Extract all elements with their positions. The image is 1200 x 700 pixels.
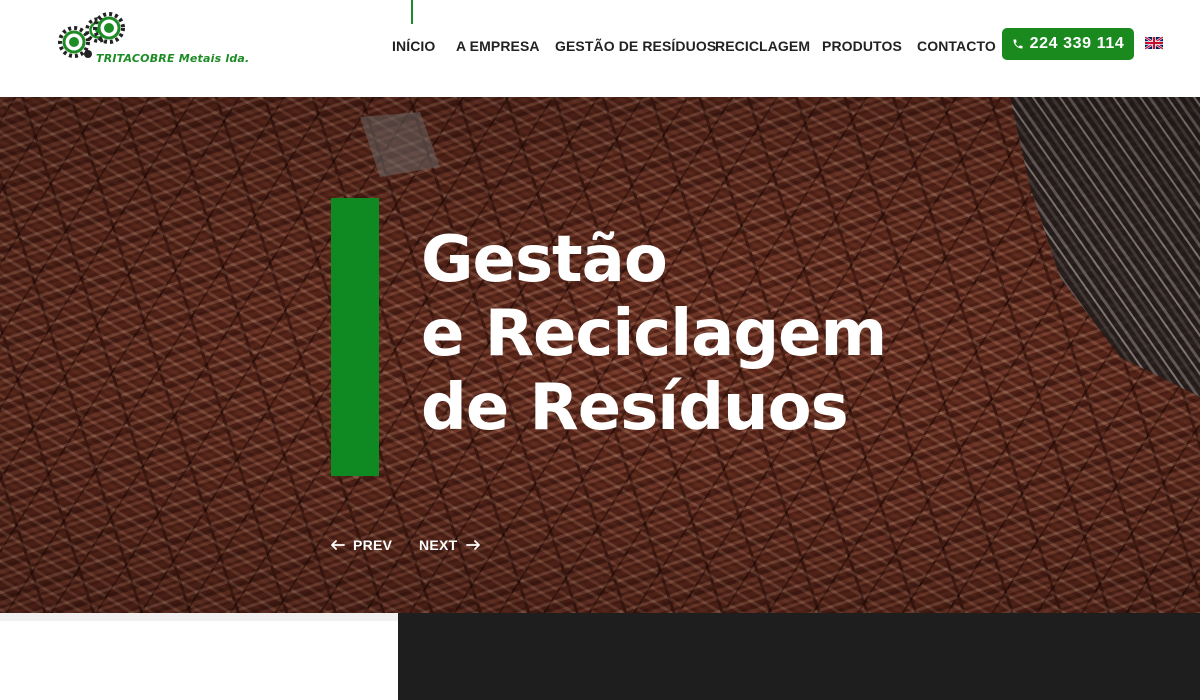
- prev-slide-button[interactable]: PREV: [331, 537, 392, 553]
- hero-title-line-3: de Resíduos: [421, 371, 849, 445]
- top-accent-line: [411, 0, 413, 24]
- hero-title-line-1: Gestão: [421, 223, 668, 297]
- arrow-left-icon: [331, 540, 345, 550]
- hero-title: Gestão e Reciclagem de Resíduos: [421, 223, 1121, 445]
- nav-item-inicio[interactable]: INÍCIO: [392, 38, 435, 54]
- next-slide-button[interactable]: NEXT: [419, 537, 480, 553]
- hero-slider: Gestão e Reciclagem de Resíduos PREV NEX…: [0, 97, 1200, 613]
- nav-item-gestao-de-residuos[interactable]: GESTÃO DE RESÍDUOS: [555, 38, 716, 54]
- uk-flag-icon[interactable]: [1145, 36, 1163, 50]
- phone-button[interactable]: 224 339 114: [1002, 28, 1134, 60]
- content-panel-divider: [0, 613, 398, 621]
- content-panel-light: [0, 613, 398, 700]
- nav-item-produtos[interactable]: PRODUTOS: [822, 38, 902, 54]
- logo-text: TRITACOBRE Metais lda.: [96, 52, 250, 65]
- nav-item-contacto[interactable]: CONTACTO: [917, 38, 996, 54]
- nav-item-reciclagem[interactable]: RECICLAGEM: [715, 38, 810, 54]
- site-header: TRITACOBRE Metais lda. INÍCIO A EMPRESA …: [0, 0, 1200, 97]
- hero-accent-bar: [331, 198, 379, 476]
- prev-label: PREV: [353, 537, 393, 553]
- phone-icon: [1013, 39, 1023, 49]
- logo[interactable]: TRITACOBRE Metais lda.: [58, 10, 250, 72]
- hero-title-line-2: e Reciclagem: [421, 297, 887, 371]
- arrow-right-icon: [465, 540, 480, 550]
- content-panel-dark: [398, 613, 1200, 700]
- phone-number: 224 339 114: [1029, 35, 1125, 52]
- next-label: NEXT: [419, 537, 458, 553]
- nav-item-a-empresa[interactable]: A EMPRESA: [456, 38, 540, 54]
